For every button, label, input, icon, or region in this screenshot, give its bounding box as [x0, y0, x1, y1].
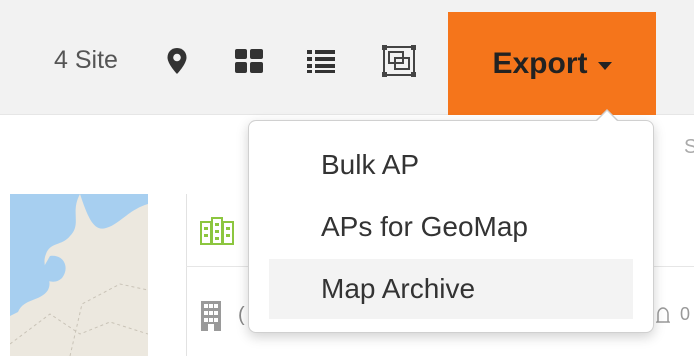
menu-item-bulk-ap[interactable]: Bulk AP [269, 135, 633, 195]
chevron-down-icon [597, 61, 612, 70]
export-button[interactable]: Export [448, 12, 656, 115]
list-view-icon[interactable] [304, 44, 338, 78]
map-thumbnail[interactable] [10, 194, 148, 356]
floor-icon [200, 300, 222, 332]
site-count: 4 Site [54, 46, 118, 74]
menu-item-label: Map Archive [321, 273, 476, 304]
grid-view-icon[interactable] [232, 44, 266, 78]
alarm-count-fragment: 0 [680, 304, 691, 324]
row-name-fragment: ( [238, 304, 245, 326]
building-icon [200, 216, 234, 246]
export-button-label: Export [492, 46, 588, 80]
menu-item-label: Bulk AP [321, 149, 420, 180]
map-pin-icon[interactable] [160, 44, 194, 78]
menu-item-map-archive[interactable]: Map Archive [269, 259, 633, 319]
menu-item-label: APs for GeoMap [321, 211, 528, 242]
export-dropdown-menu: Bulk AP APs for GeoMap Map Archive [248, 120, 654, 333]
bell-icon [655, 306, 671, 331]
column-header-fragment: S [684, 136, 694, 158]
column-divider [186, 194, 187, 356]
floorplan-icon[interactable] [382, 44, 416, 78]
dropdown-pointer-fill [597, 111, 617, 121]
menu-item-aps-for-geomap[interactable]: APs for GeoMap [269, 197, 633, 257]
